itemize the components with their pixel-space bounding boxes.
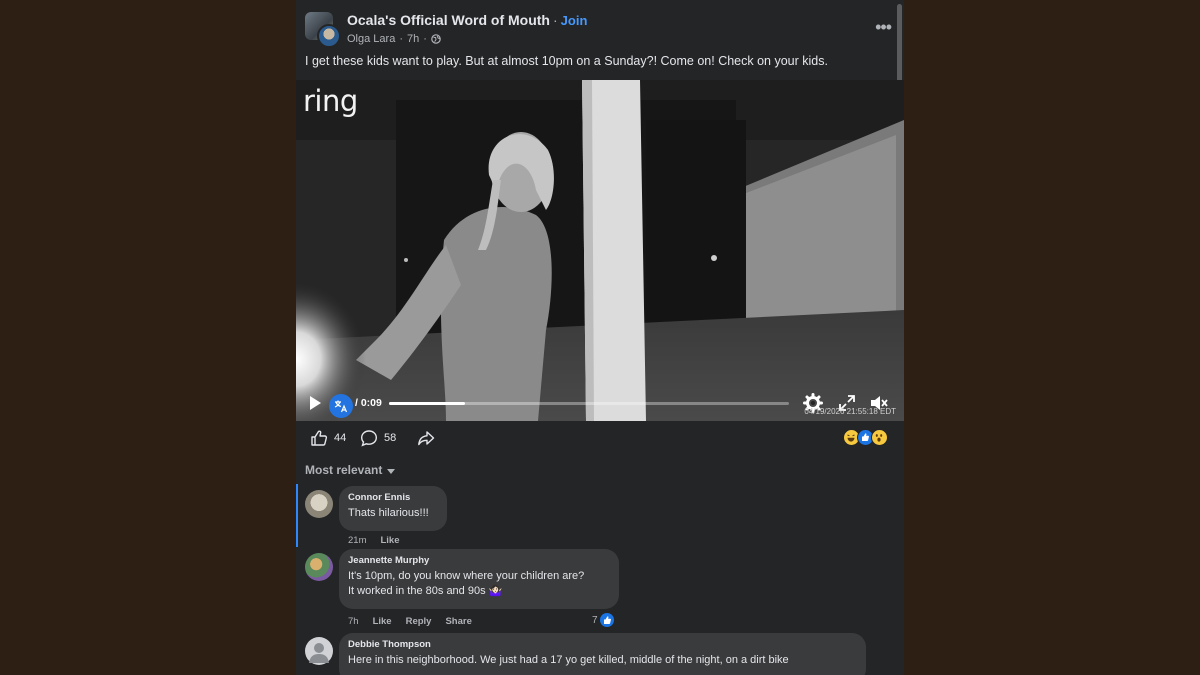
commenter-avatar[interactable]: [305, 490, 333, 518]
group-avatar[interactable]: [305, 12, 341, 48]
comment-count: 58: [384, 432, 397, 444]
comment-reply-button[interactable]: Reply: [406, 616, 432, 627]
video-time: / 0:09: [355, 397, 382, 409]
post-time-link[interactable]: 7h: [407, 33, 419, 45]
video-progress-fill: [389, 402, 465, 405]
comment-text: Here in this neighborhood. We just had a…: [348, 654, 789, 666]
author-name-link[interactable]: Olga Lara: [347, 33, 395, 45]
like-count: 44: [334, 432, 347, 444]
comment-share-button[interactable]: Share: [445, 616, 471, 627]
author-avatar[interactable]: [317, 24, 341, 48]
comment-reaction-count[interactable]: 7: [592, 613, 614, 627]
post-text: I get these kids want to play. But at al…: [305, 54, 828, 68]
comment-text: It's 10pm, do you know where your childr…: [348, 569, 609, 599]
separator-dot: ·: [423, 33, 427, 45]
share-action[interactable]: [417, 429, 435, 447]
like-action[interactable]: 44: [310, 429, 346, 447]
comment-bubble: Connor Ennis Thats hilarious!!!: [339, 486, 447, 531]
ring-logo: ring: [303, 84, 358, 118]
video-player[interactable]: ring / 0:09 04/19/2026 21:55:18 EDT: [296, 80, 904, 421]
highlight-indicator: [296, 484, 298, 547]
translate-button[interactable]: [329, 394, 353, 418]
group-name-link[interactable]: Ocala's Official Word of Mouth: [347, 12, 550, 28]
comment-bubble: Jeannette Murphy It's 10pm, do you know …: [339, 549, 619, 609]
video-progress-bar[interactable]: [389, 402, 789, 405]
separator-dot: ·: [552, 12, 558, 28]
video-frame: [296, 80, 904, 421]
reaction-count: 7: [592, 614, 598, 626]
default-avatar-icon: [309, 643, 329, 663]
comment-sort-dropdown[interactable]: Most relevant: [305, 463, 396, 477]
post-header: Ocala's Official Word of Mouth · Join Olga…: [305, 12, 895, 48]
play-icon[interactable]: [308, 395, 322, 411]
comment-time[interactable]: 21m: [348, 535, 366, 546]
share-arrow-icon: [418, 431, 435, 446]
post-panel: Ocala's Official Word of Mouth · Join Olga…: [296, 0, 904, 675]
post-actions: 44 58: [310, 429, 900, 449]
like-reaction-icon: [599, 613, 614, 627]
comment-time[interactable]: 7h: [348, 616, 359, 627]
commenter-name[interactable]: Connor Ennis: [348, 492, 437, 503]
comment-like-button[interactable]: Like: [380, 535, 399, 546]
video-timestamp: 04/19/2026 21:55:18 EDT: [804, 407, 896, 416]
comment-text-line: It worked in the 80s and 90s 🤷🏻‍♀️: [348, 585, 503, 597]
reaction-summary[interactable]: [843, 429, 888, 446]
commenter-name[interactable]: Debbie Thompson: [348, 639, 856, 650]
commenter-avatar[interactable]: [305, 553, 333, 581]
separator-dot: ·: [399, 33, 403, 45]
more-options-button[interactable]: •••: [875, 18, 892, 36]
comment-text-line: It's 10pm, do you know where your childr…: [348, 570, 585, 582]
translate-icon: [334, 400, 348, 413]
comment-meta: 21m Like: [348, 535, 400, 546]
commenter-avatar[interactable]: [305, 637, 333, 665]
join-button[interactable]: Join: [561, 13, 588, 28]
comment-meta: 7h Like Reply Share: [348, 616, 472, 627]
scrollbar[interactable]: [897, 4, 902, 88]
sort-label: Most relevant: [305, 463, 383, 477]
comment-action[interactable]: 58: [360, 429, 396, 447]
thumbs-up-icon: [311, 430, 328, 446]
comment-bubble-icon: [360, 430, 378, 447]
comment-text: Thats hilarious!!!: [348, 507, 429, 519]
globe-icon: [431, 34, 441, 44]
comment-like-button[interactable]: Like: [373, 616, 392, 627]
commenter-name[interactable]: Jeannette Murphy: [348, 555, 609, 566]
chevron-down-icon: [387, 468, 396, 474]
wow-reaction-icon: [871, 429, 888, 446]
comment-bubble: Debbie Thompson Here in this neighborhoo…: [339, 633, 866, 675]
